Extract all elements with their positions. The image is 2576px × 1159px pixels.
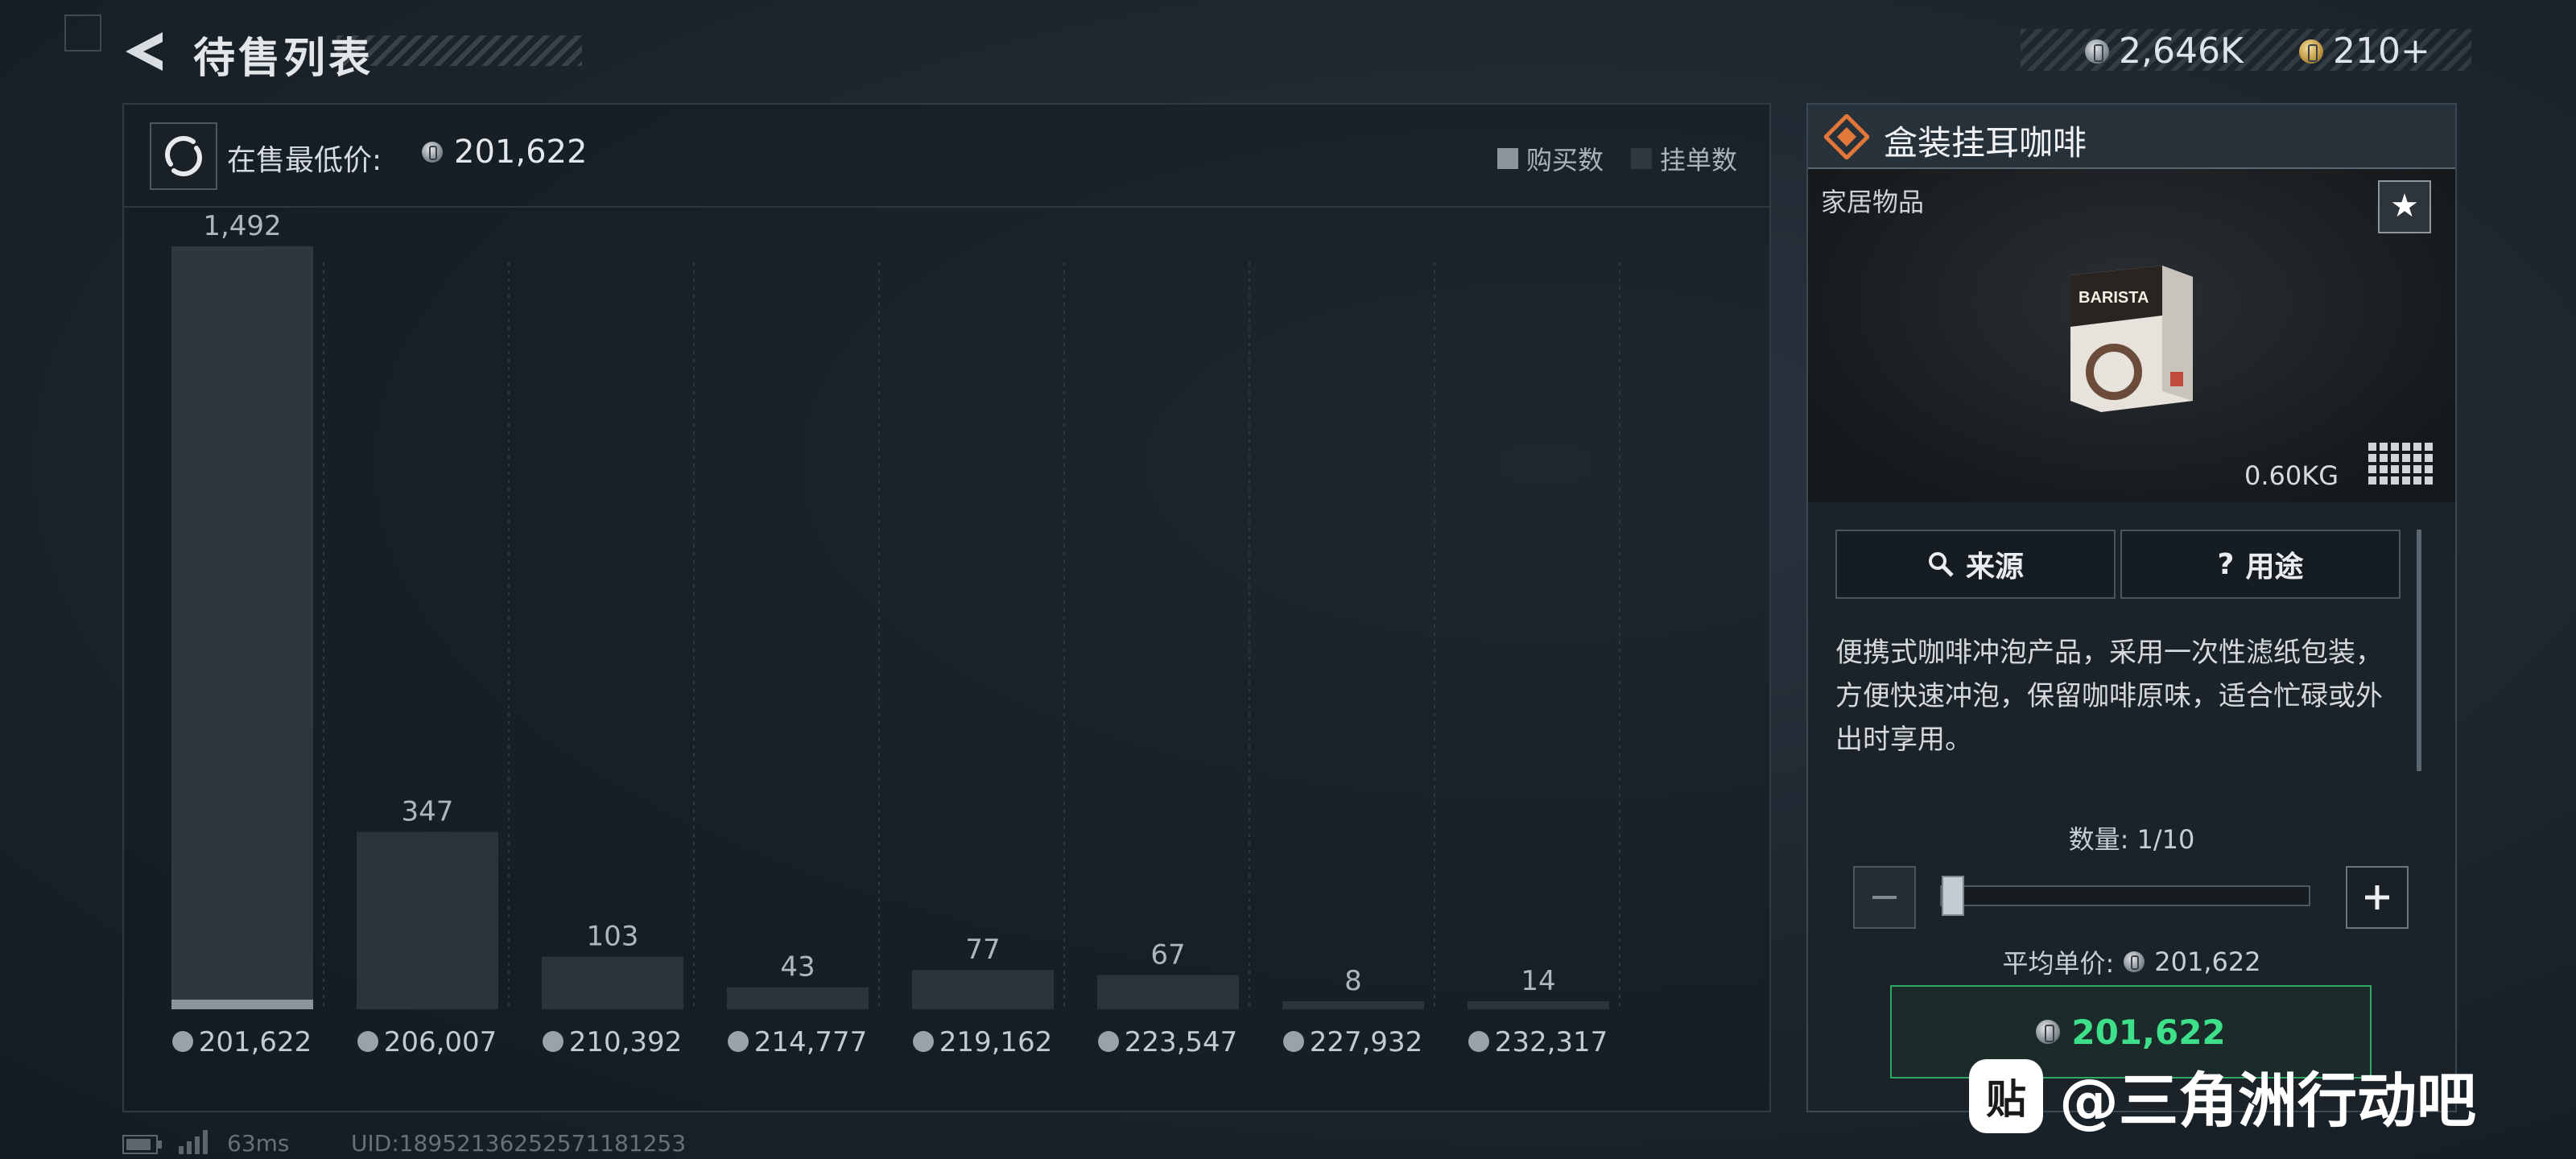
usage-button[interactable]: ? 用途 bbox=[2120, 530, 2401, 599]
page-title: 待售列表 bbox=[193, 35, 374, 83]
price-tick-label: 201,622 bbox=[199, 1026, 312, 1058]
average-price-label: 平均单价: bbox=[2002, 948, 2115, 979]
watermark-text: @三角洲行动吧 bbox=[2059, 1066, 2476, 1136]
search-icon bbox=[1928, 552, 1954, 577]
item-description: 便携式咖啡冲泡产品，采用一次性滤纸包装，方便快速冲泡，保留咖啡原味，适合忙碌或外… bbox=[1835, 637, 2383, 752]
diamond-grid-icon bbox=[1824, 114, 1869, 159]
bar-listing bbox=[1468, 1001, 1609, 1009]
average-price: 平均单价: 201,622 bbox=[1808, 943, 2455, 980]
min-price: 201,622 bbox=[422, 134, 587, 171]
source-button-label: 来源 bbox=[1965, 551, 2024, 584]
tieba-logo: 贴 bbox=[1969, 1058, 2043, 1133]
item-weight: 0.60KG bbox=[2244, 460, 2339, 491]
item-header: 盒装挂耳咖啡 bbox=[1808, 105, 2455, 169]
quantity-slider-handle[interactable] bbox=[1942, 876, 1964, 916]
legend-swatch-buy bbox=[1497, 148, 1518, 169]
signal-icon bbox=[179, 1130, 208, 1154]
battery-icon bbox=[122, 1135, 162, 1154]
item-name: 盒装挂耳咖啡 bbox=[1884, 123, 2087, 163]
latency: 63ms bbox=[227, 1130, 290, 1157]
legend-label-buy: 购买数 bbox=[1526, 145, 1604, 175]
bar-value-label: 14 bbox=[1521, 965, 1555, 997]
bar-listing bbox=[357, 831, 498, 1009]
source-button[interactable]: 来源 bbox=[1835, 530, 2116, 599]
minus-icon bbox=[1872, 896, 1897, 899]
coffee-box-image: BARISTA bbox=[2070, 266, 2193, 412]
price-tick-label: 227,932 bbox=[1310, 1026, 1423, 1058]
silver-coin-icon bbox=[2036, 1020, 2061, 1044]
inventory-size-grid-icon bbox=[2368, 443, 2433, 485]
bar-value-label: 347 bbox=[402, 796, 454, 828]
silver-coin-icon bbox=[728, 1031, 749, 1052]
min-price-label: 在售最低价: bbox=[227, 144, 382, 177]
usage-button-label: 用途 bbox=[2245, 551, 2304, 584]
refresh-button[interactable] bbox=[150, 122, 217, 190]
listing-chart-panel: 在售最低价: 201,622 购买数 挂单数 1,492 201,622 347 20… bbox=[122, 103, 1771, 1112]
corner-square bbox=[64, 14, 101, 52]
chart-panel-header: 在售最低价: 201,622 购买数 挂单数 bbox=[124, 105, 1769, 208]
bar-listing bbox=[912, 970, 1054, 1009]
silver-coin-icon bbox=[2085, 39, 2109, 64]
price-tick-label: 219,162 bbox=[939, 1026, 1053, 1058]
bar-value-label: 103 bbox=[587, 921, 639, 953]
quantity-label: 数量: 1/10 bbox=[2068, 824, 2195, 855]
price-tick-label: 214,777 bbox=[754, 1026, 868, 1058]
favorite-star-button[interactable]: ★ bbox=[2378, 180, 2431, 233]
description-scrollbar[interactable] bbox=[2417, 530, 2421, 771]
gold-coin-icon bbox=[2299, 39, 2323, 64]
bar-value-label: 67 bbox=[1150, 938, 1185, 971]
silver-currency-value: 2,646K bbox=[2119, 31, 2244, 72]
back-arrow-icon[interactable] bbox=[119, 27, 167, 76]
bar-value-label: 43 bbox=[780, 951, 815, 984]
silver-coin-icon bbox=[1098, 1031, 1119, 1052]
question-mark-icon: ? bbox=[2217, 547, 2235, 581]
legend-label-list: 挂单数 bbox=[1660, 145, 1738, 175]
refresh-icon bbox=[165, 136, 202, 176]
price-tick-label: 210,392 bbox=[569, 1026, 683, 1058]
silver-coin-icon bbox=[422, 142, 443, 163]
price-tick-label: 223,547 bbox=[1125, 1026, 1238, 1058]
gold-currency-value: 210+ bbox=[2333, 31, 2430, 72]
buy-price: 201,622 bbox=[2071, 1012, 2226, 1052]
increase-quantity-button[interactable] bbox=[2346, 866, 2409, 929]
legend-list: 挂单数 bbox=[1631, 140, 1737, 177]
star-icon: ★ bbox=[2390, 188, 2419, 225]
legend-swatch-list bbox=[1631, 148, 1652, 169]
item-detail-panel: 盒装挂耳咖啡 家居物品 ★ BARISTA 0.60KG 来源 ? 用途 便携式… bbox=[1806, 103, 2457, 1112]
price-tick-label: 232,317 bbox=[1495, 1026, 1608, 1058]
price-tick-label: 206,007 bbox=[384, 1026, 497, 1058]
min-price-value: 201,622 bbox=[454, 134, 588, 171]
bar-value-label: 1,492 bbox=[203, 210, 281, 242]
bar-listing bbox=[542, 956, 683, 1009]
listing-bar-chart: 1,492 201,622 347 206,007 103 210,392 43 214,77… bbox=[171, 210, 1620, 1058]
silver-coin-icon bbox=[2124, 951, 2145, 972]
bar-listing bbox=[1282, 1001, 1424, 1009]
silver-coin-icon bbox=[543, 1031, 564, 1052]
user-id: UID:18952136252571181253 bbox=[351, 1130, 687, 1157]
bar-listing bbox=[171, 246, 313, 1009]
legend-buy: 购买数 bbox=[1497, 140, 1604, 177]
silver-currency[interactable]: 2,646K bbox=[2085, 31, 2244, 72]
quantity-slider[interactable] bbox=[1940, 885, 2310, 906]
bar-listing bbox=[727, 987, 869, 1009]
average-price-value: 201,622 bbox=[2154, 947, 2261, 977]
gold-currency[interactable]: 210+ bbox=[2299, 31, 2430, 72]
silver-coin-icon bbox=[172, 1031, 193, 1052]
watermark: 贴 @三角洲行动吧 bbox=[1969, 1053, 2476, 1139]
decrease-quantity-button[interactable] bbox=[1853, 866, 1916, 929]
bar-listing bbox=[1097, 975, 1239, 1009]
package-label: BARISTA bbox=[2079, 289, 2149, 307]
silver-coin-icon bbox=[913, 1031, 934, 1052]
bar-value-label: 8 bbox=[1344, 965, 1362, 997]
plus-icon bbox=[2365, 885, 2389, 909]
bar-value-label: 77 bbox=[965, 934, 1000, 966]
item-image-area: 家居物品 ★ BARISTA 0.60KG bbox=[1808, 169, 2455, 502]
silver-coin-icon bbox=[1283, 1031, 1304, 1052]
silver-coin-icon bbox=[1468, 1031, 1489, 1052]
item-category: 家居物品 bbox=[1821, 187, 1925, 217]
bar-buy bbox=[171, 1000, 313, 1009]
silver-coin-icon bbox=[357, 1031, 378, 1052]
